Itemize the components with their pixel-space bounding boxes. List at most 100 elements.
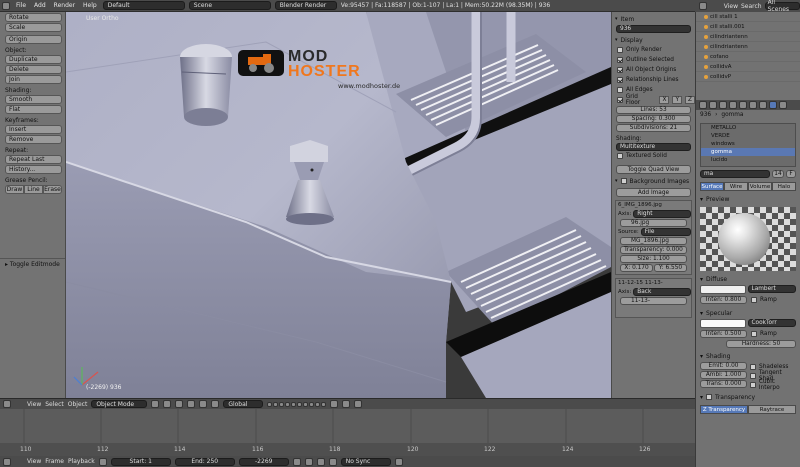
raytrace-tab[interactable]: Raytrace [748, 405, 796, 414]
scale-button[interactable]: Scale [5, 23, 62, 32]
keying-set-icon[interactable] [394, 457, 403, 466]
rotate-button[interactable]: Rotate [5, 13, 62, 22]
grid-floor-checkbox[interactable]: Grid Floor X Y Z [612, 94, 695, 106]
play-icon[interactable] [316, 457, 325, 466]
material-tab-icon[interactable] [769, 101, 777, 109]
timeline-menu-view[interactable]: View [27, 458, 41, 465]
scene-tab-icon[interactable] [709, 101, 717, 109]
layer-icon[interactable] [303, 401, 309, 407]
layer-icon[interactable] [267, 401, 273, 407]
diffuse-panel-header[interactable]: ▾ Diffuse [696, 274, 800, 284]
editor-type-icon[interactable] [2, 1, 10, 10]
diffuse-color-swatch[interactable] [700, 285, 746, 294]
wire-tab[interactable]: Wire [724, 182, 748, 191]
outline-selected-checkbox[interactable]: Outline Selected [612, 55, 695, 65]
bg2-axis-selector[interactable]: Back [633, 288, 691, 296]
rotate-icon[interactable] [199, 400, 208, 408]
erase-button[interactable]: Erase [43, 185, 62, 194]
render-engine-selector[interactable]: Blender Render [274, 1, 337, 10]
line-button[interactable]: Line [24, 185, 43, 194]
current-frame-field[interactable]: -2269 [238, 457, 289, 466]
data-tab-icon[interactable] [759, 101, 767, 109]
menu-render[interactable]: Render [52, 2, 77, 9]
outliner-menu-view[interactable]: View [724, 3, 738, 10]
timeline-menu-playback[interactable]: Playback [68, 458, 95, 465]
start-frame-field[interactable]: Start: 1 [110, 457, 171, 466]
manipulator-icon[interactable] [175, 400, 184, 408]
proportional-edit-icon[interactable] [342, 400, 351, 408]
specular-intensity-field[interactable]: Inten: 0.500 [700, 330, 747, 338]
translate-icon[interactable] [187, 400, 196, 408]
interaction-mode-selector[interactable]: Object Mode [91, 400, 148, 408]
shading-mode-selector[interactable]: Multitexture [616, 143, 691, 151]
outliner-row[interactable]: cill stalli 1 [696, 12, 800, 22]
outliner-row[interactable]: cilindriantenn [696, 42, 800, 52]
diffuse-ramp-checkbox[interactable]: Ramp [749, 295, 796, 305]
z-transparency-tab[interactable]: Z Transparency [700, 405, 748, 414]
outliner-row[interactable]: collidvA [696, 62, 800, 72]
y-axis-toggle[interactable]: Y [672, 96, 683, 104]
flat-button[interactable]: Flat [5, 105, 62, 114]
menu-file[interactable]: File [14, 2, 28, 9]
x-axis-toggle[interactable]: X [659, 96, 670, 104]
translucency-field[interactable]: Trans: 0.000 [700, 380, 747, 388]
bg1-transparency-field[interactable]: Transparency: 0.000 [620, 246, 687, 254]
editor-type-icon[interactable] [3, 457, 11, 466]
all-object-origins-checkbox[interactable]: All Object Origins [612, 65, 695, 75]
bg1-x-offset-field[interactable]: X: 0.170 [620, 264, 653, 272]
remove-keyframe-button[interactable]: Remove [5, 135, 62, 144]
bg1-name[interactable]: 6_IMG_1896.jpg [616, 201, 691, 209]
scale-icon[interactable] [211, 400, 220, 408]
specular-panel-header[interactable]: ▾ Specular [696, 308, 800, 318]
background-images-checkbox[interactable] [620, 178, 627, 184]
menu-object[interactable]: Object [68, 401, 88, 408]
display-panel-header[interactable]: ▾ Display [612, 35, 695, 45]
screen-layout-selector[interactable]: Default [102, 1, 185, 10]
preview-panel-header[interactable]: ▾ Preview [696, 194, 800, 204]
bg2-name[interactable]: 11-12-15 11-13- [616, 279, 691, 287]
end-frame-field[interactable]: End: 250 [174, 457, 235, 466]
diffuse-intensity-field[interactable]: Inten: 0.800 [700, 296, 747, 304]
draw-button[interactable]: Draw [5, 185, 24, 194]
hardness-field[interactable]: Hardness: 50 [726, 340, 796, 348]
material-slot[interactable]: lucido [701, 156, 795, 164]
smooth-button[interactable]: Smooth [5, 95, 62, 104]
toggle-quad-view-button[interactable]: Toggle Quad View [616, 165, 691, 174]
item-name-field[interactable]: 936 [616, 25, 691, 33]
sync-mode-selector[interactable]: No Sync [340, 457, 391, 466]
render-tab-icon[interactable] [699, 101, 707, 109]
menu-add[interactable]: Add [32, 2, 48, 9]
texture-tab-icon[interactable] [779, 101, 787, 109]
outliner-editor-icon[interactable] [699, 2, 707, 10]
editor-type-icon[interactable] [3, 400, 11, 408]
world-tab-icon[interactable] [719, 101, 727, 109]
surface-tab[interactable]: Surface [700, 182, 724, 191]
add-image-button[interactable]: Add Image [616, 188, 691, 197]
bg1-source-selector[interactable]: File [640, 228, 691, 236]
insert-keyframe-button[interactable]: Insert [5, 125, 62, 134]
constraints-tab-icon[interactable] [739, 101, 747, 109]
ambient-field[interactable]: Ambi: 1.000 [700, 371, 747, 379]
jump-end-icon[interactable] [328, 457, 337, 466]
menu-help[interactable]: Help [81, 2, 99, 9]
grid-lines-field[interactable]: Lines: 53 [616, 106, 691, 114]
layer-icon[interactable] [315, 401, 321, 407]
duplicate-button[interactable]: Duplicate [5, 55, 62, 64]
bg1-file-field[interactable]: 96.jpg [620, 219, 687, 227]
material-datablock-field[interactable]: ma [700, 170, 770, 178]
timeline-menu-frame[interactable]: Frame [45, 458, 64, 465]
transparency-panel-header[interactable]: ▾ Transparency [696, 392, 800, 402]
scene-selector[interactable]: Scene [188, 1, 271, 10]
item-panel-header[interactable]: ▾ Item [612, 14, 695, 24]
material-users-count[interactable]: 14 [772, 170, 784, 178]
bg2-file-field[interactable]: 11-13- [620, 297, 687, 305]
outliner-display-mode[interactable]: All Scenes [764, 0, 800, 13]
repeat-last-button[interactable]: Repeat Last [5, 155, 62, 164]
grid-subdivisions-field[interactable]: Subdivisions: 21 [616, 124, 691, 132]
record-icon[interactable] [98, 457, 107, 466]
material-slot[interactable]: METALLO [701, 124, 795, 132]
pivot-point-icon[interactable] [163, 400, 172, 408]
bg1-axis-selector[interactable]: Right [633, 210, 691, 218]
menu-select[interactable]: Select [45, 401, 64, 408]
specular-ramp-checkbox[interactable]: Ramp [749, 329, 796, 339]
